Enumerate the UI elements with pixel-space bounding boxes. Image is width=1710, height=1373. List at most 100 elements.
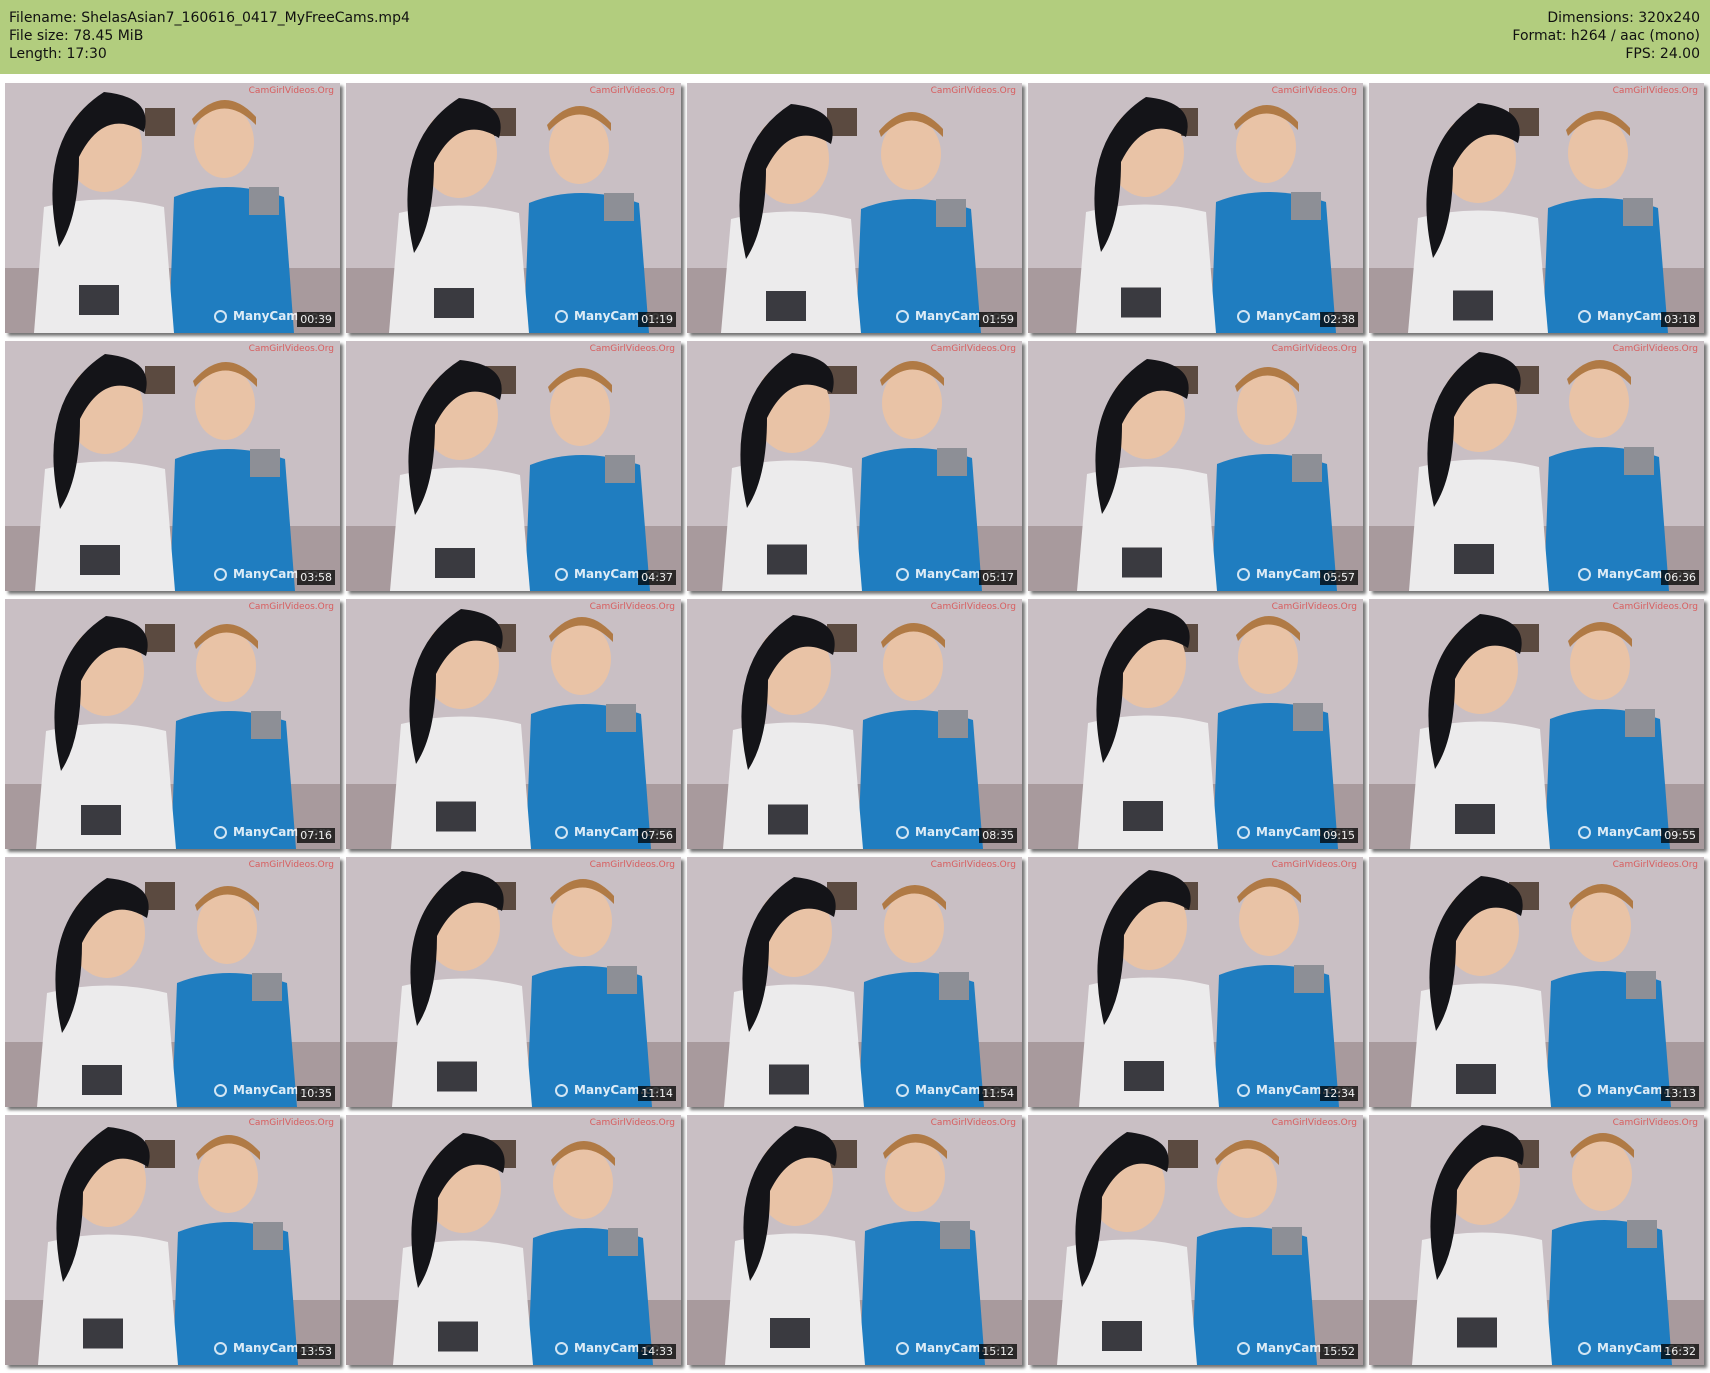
frame-image: [687, 599, 1022, 849]
meta-left: Filename: ShelasAsian7_160616_0417_MyFre…: [9, 9, 410, 63]
video-thumbnail[interactable]: CamGirlVideos.Org ManyCam.com 01:59: [687, 83, 1022, 333]
video-thumbnail[interactable]: CamGirlVideos.Org ManyCam.com 07:56: [346, 599, 681, 849]
length-text: Length: 17:30: [9, 46, 107, 62]
watermark-top: CamGirlVideos.Org: [589, 1118, 675, 1128]
video-thumbnail[interactable]: CamGirlVideos.Org ManyCam.com 04:37: [346, 341, 681, 591]
manycam-logo-icon: [1237, 568, 1250, 581]
frame-image: [346, 599, 681, 849]
thumbnail-timestamp: 08:35: [979, 828, 1017, 843]
video-thumbnail[interactable]: CamGirlVideos.Org ManyCam.com 10:35: [5, 857, 340, 1107]
manycam-logo-icon: [896, 826, 909, 839]
watermark-top: CamGirlVideos.Org: [589, 602, 675, 612]
thumbnail-timestamp: 16:32: [1661, 1344, 1699, 1359]
thumbnail-grid: CamGirlVideos.Org ManyCam.com 00:39 CamGirl…: [0, 74, 1710, 1373]
manycam-logo-icon: [555, 310, 568, 323]
thumbnail-timestamp: 00:39: [297, 312, 335, 327]
video-thumbnail[interactable]: CamGirlVideos.Org ManyCam.com 01:19: [346, 83, 681, 333]
video-thumbnail[interactable]: CamGirlVideos.Org ManyCam.com 09:55: [1369, 599, 1704, 849]
watermark-top: CamGirlVideos.Org: [248, 86, 334, 96]
frame-image: [1028, 857, 1363, 1107]
frame-image: [5, 599, 340, 849]
manycam-logo-icon: [896, 310, 909, 323]
frame-image: [1028, 83, 1363, 333]
manycam-logo-icon: [555, 568, 568, 581]
frame-image: [687, 83, 1022, 333]
video-thumbnail[interactable]: CamGirlVideos.Org ManyCam.com 13:53: [5, 1115, 340, 1365]
fps-text: FPS: 24.00: [1625, 46, 1700, 62]
frame-image: [1369, 341, 1704, 591]
frame-image: [5, 83, 340, 333]
frame-image: [687, 1115, 1022, 1365]
video-thumbnail[interactable]: CamGirlVideos.Org ManyCam.com 16:32: [1369, 1115, 1704, 1365]
frame-image: [687, 341, 1022, 591]
manycam-logo-icon: [555, 1084, 568, 1097]
video-thumbnail[interactable]: CamGirlVideos.Org ManyCam.com 03:58: [5, 341, 340, 591]
thumbnail-timestamp: 01:59: [979, 312, 1017, 327]
video-thumbnail[interactable]: CamGirlVideos.Org ManyCam.com 05:57: [1028, 341, 1363, 591]
frame-image: [1369, 83, 1704, 333]
watermark-top: CamGirlVideos.Org: [1271, 344, 1357, 354]
frame-image: [346, 341, 681, 591]
video-thumbnail[interactable]: CamGirlVideos.Org ManyCam.com 05:17: [687, 341, 1022, 591]
frame-image: [1369, 857, 1704, 1107]
video-thumbnail[interactable]: CamGirlVideos.Org ManyCam.com 02:38: [1028, 83, 1363, 333]
video-thumbnail[interactable]: CamGirlVideos.Org ManyCam.com 00:39: [5, 83, 340, 333]
manycam-logo-icon: [214, 826, 227, 839]
video-thumbnail[interactable]: CamGirlVideos.Org ManyCam.com 06:36: [1369, 341, 1704, 591]
thumbnail-timestamp: 15:52: [1320, 1344, 1358, 1359]
frame-image: [687, 857, 1022, 1107]
video-thumbnail[interactable]: CamGirlVideos.Org ManyCam.com 11:54: [687, 857, 1022, 1107]
frame-image: [346, 1115, 681, 1365]
filename-text: Filename: ShelasAsian7_160616_0417_MyFre…: [9, 10, 410, 26]
manycam-logo-icon: [214, 568, 227, 581]
thumbnail-timestamp: 11:54: [979, 1086, 1017, 1101]
video-thumbnail[interactable]: CamGirlVideos.Org ManyCam.com 07:16: [5, 599, 340, 849]
watermark-top: CamGirlVideos.Org: [589, 86, 675, 96]
manycam-logo-icon: [1578, 1342, 1591, 1355]
video-thumbnail[interactable]: CamGirlVideos.Org ManyCam.com 09:15: [1028, 599, 1363, 849]
thumbnail-timestamp: 07:56: [638, 828, 676, 843]
watermark-top: CamGirlVideos.Org: [589, 860, 675, 870]
manycam-logo-icon: [214, 1084, 227, 1097]
watermark-top: CamGirlVideos.Org: [1612, 602, 1698, 612]
watermark-top: CamGirlVideos.Org: [1612, 86, 1698, 96]
manycam-logo-icon: [1237, 310, 1250, 323]
thumbnail-timestamp: 09:55: [1661, 828, 1699, 843]
dimensions-text: Dimensions: 320x240: [1547, 10, 1700, 26]
video-thumbnail[interactable]: CamGirlVideos.Org ManyCam.com 15:12: [687, 1115, 1022, 1365]
thumbnail-timestamp: 03:58: [297, 570, 335, 585]
manycam-logo-icon: [896, 1084, 909, 1097]
frame-image: [5, 341, 340, 591]
video-thumbnail[interactable]: CamGirlVideos.Org ManyCam.com 11:14: [346, 857, 681, 1107]
manycam-logo-icon: [1578, 826, 1591, 839]
video-thumbnail[interactable]: CamGirlVideos.Org ManyCam.com 15:52: [1028, 1115, 1363, 1365]
video-thumbnail[interactable]: CamGirlVideos.Org ManyCam.com 13:13: [1369, 857, 1704, 1107]
manycam-logo-icon: [214, 310, 227, 323]
info-header: Filename: ShelasAsian7_160616_0417_MyFre…: [0, 0, 1710, 74]
watermark-top: CamGirlVideos.Org: [248, 602, 334, 612]
manycam-logo-icon: [1578, 1084, 1591, 1097]
video-thumbnail[interactable]: CamGirlVideos.Org ManyCam.com 08:35: [687, 599, 1022, 849]
thumbnail-timestamp: 06:36: [1661, 570, 1699, 585]
format-text: Format: h264 / aac (mono): [1512, 28, 1700, 44]
thumbnail-timestamp: 02:38: [1320, 312, 1358, 327]
thumbnail-timestamp: 05:57: [1320, 570, 1358, 585]
frame-image: [1028, 599, 1363, 849]
video-thumbnail[interactable]: CamGirlVideos.Org ManyCam.com 03:18: [1369, 83, 1704, 333]
thumbnail-timestamp: 12:34: [1320, 1086, 1358, 1101]
thumbnail-timestamp: 07:16: [297, 828, 335, 843]
watermark-top: CamGirlVideos.Org: [930, 602, 1016, 612]
watermark-top: CamGirlVideos.Org: [1612, 344, 1698, 354]
frame-image: [1028, 341, 1363, 591]
manycam-logo-icon: [1578, 310, 1591, 323]
watermark-top: CamGirlVideos.Org: [1271, 1118, 1357, 1128]
manycam-logo-icon: [1578, 568, 1591, 581]
manycam-logo-icon: [1237, 1084, 1250, 1097]
video-thumbnail[interactable]: CamGirlVideos.Org ManyCam.com 12:34: [1028, 857, 1363, 1107]
thumbnail-timestamp: 13:13: [1661, 1086, 1699, 1101]
video-thumbnail[interactable]: CamGirlVideos.Org ManyCam.com 14:33: [346, 1115, 681, 1365]
watermark-top: CamGirlVideos.Org: [1271, 86, 1357, 96]
thumbnail-timestamp: 01:19: [638, 312, 676, 327]
thumbnail-timestamp: 09:15: [1320, 828, 1358, 843]
watermark-top: CamGirlVideos.Org: [1612, 1118, 1698, 1128]
